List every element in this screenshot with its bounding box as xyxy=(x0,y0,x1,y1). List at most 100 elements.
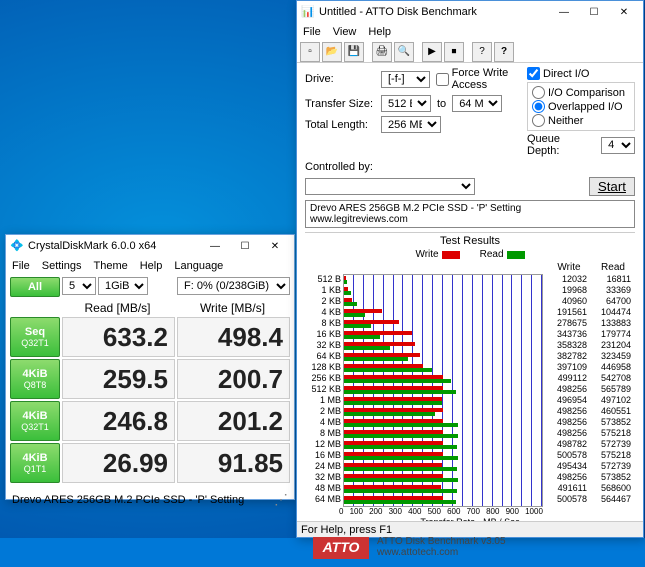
x-tick: 100 xyxy=(350,507,363,516)
read-value: 572739 xyxy=(591,461,631,472)
atto-menubar: File View Help xyxy=(297,23,643,41)
bar-row xyxy=(344,396,542,407)
atto-window: 📊 Untitled - ATTO Disk Benchmark — ☐ ✕ F… xyxy=(296,0,644,538)
queue-depth-select[interactable]: 4 xyxy=(601,137,635,154)
write-value: 500578 xyxy=(547,494,587,505)
help-icon[interactable]: ? xyxy=(472,42,492,62)
start-button[interactable]: Start xyxy=(589,177,635,196)
menu-help[interactable]: Help xyxy=(368,26,391,38)
url-text: www.attotech.com xyxy=(377,547,506,558)
menu-settings[interactable]: Settings xyxy=(42,260,82,272)
write-value: 343736 xyxy=(547,329,587,340)
chart: 512 B1 KB2 KB4 KB8 KB16 KB32 KB64 KB128 … xyxy=(305,274,635,507)
cdm-app-icon: 💠 xyxy=(10,239,24,253)
atto-logo: ATTO xyxy=(313,535,369,559)
write-value: 397109 xyxy=(547,362,587,373)
minimize-button[interactable]: — xyxy=(200,236,230,256)
cdm-titlebar[interactable]: 💠 CrystalDiskMark 6.0.0 x64 — ☐ ✕ xyxy=(6,235,294,257)
drive-select[interactable]: F: 0% (0/238GiB) xyxy=(177,277,290,295)
io-comparison-radio[interactable]: I/O Comparison xyxy=(532,86,630,99)
write-value: 499112 xyxy=(547,373,587,384)
read-col-header: Read xyxy=(591,262,635,274)
y-tick: 32 KB xyxy=(309,340,341,351)
print-icon[interactable]: 🖨 xyxy=(372,42,392,62)
write-value: 278675 xyxy=(547,318,587,329)
write-value: 498256 xyxy=(547,428,587,439)
resize-grip[interactable]: ⋰ xyxy=(274,491,288,508)
close-button[interactable]: ✕ xyxy=(609,2,639,22)
stop-icon[interactable]: ⏹ xyxy=(444,42,464,62)
x-tick: 1000 xyxy=(525,507,543,516)
menu-theme[interactable]: Theme xyxy=(93,260,127,272)
transfer-size-label: Transfer Size: xyxy=(305,98,375,110)
cdm-footer-text: Drevo ARES 256GB M.2 PCIe SSD - 'P' Sett… xyxy=(12,494,244,506)
atto-titlebar[interactable]: 📊 Untitled - ATTO Disk Benchmark — ☐ ✕ xyxy=(297,1,643,23)
bar-row xyxy=(344,462,542,473)
bar-row xyxy=(344,341,542,352)
minimize-button[interactable]: — xyxy=(549,2,579,22)
y-tick: 32 MB xyxy=(309,472,341,483)
maximize-button[interactable]: ☐ xyxy=(579,2,609,22)
size-select[interactable]: 1GiB xyxy=(98,277,148,295)
write-value: 201.2 xyxy=(177,401,290,441)
open-icon[interactable]: 📂 xyxy=(322,42,342,62)
test-button-Q32T1[interactable]: SeqQ32T1 xyxy=(10,317,60,357)
save-icon[interactable]: 💾 xyxy=(344,42,364,62)
description-box[interactable]: Drevo ARES 256GB M.2 PCIe SSD - 'P' Sett… xyxy=(305,200,635,228)
y-tick: 2 KB xyxy=(309,296,341,307)
menu-language[interactable]: Language xyxy=(174,260,223,272)
bar-row xyxy=(344,308,542,319)
write-value: 19968 xyxy=(547,285,587,296)
menu-view[interactable]: View xyxy=(333,26,357,38)
atto-toolbar: ▫ 📂 💾 🖨 🔍 ▶ ⏹ ? ? xyxy=(297,41,643,63)
write-value: 191561 xyxy=(547,307,587,318)
y-tick: 64 KB xyxy=(309,351,341,362)
about-icon[interactable]: ? xyxy=(494,42,514,62)
write-value: 496954 xyxy=(547,395,587,406)
write-col-header: Write xyxy=(547,262,591,274)
read-header: Read [MB/s] xyxy=(60,301,175,315)
runs-select[interactable]: 5 xyxy=(62,277,96,295)
preview-icon[interactable]: 🔍 xyxy=(394,42,414,62)
read-value: 573852 xyxy=(591,417,631,428)
write-value: 498256 xyxy=(547,472,587,483)
write-value: 12032 xyxy=(547,274,587,285)
read-value: 564467 xyxy=(591,494,631,505)
read-value: 633.2 xyxy=(62,317,175,357)
bar-row xyxy=(344,275,542,286)
write-value: 500578 xyxy=(547,450,587,461)
read-value: 179774 xyxy=(591,329,631,340)
force-write-checkbox[interactable]: Force Write Access xyxy=(436,67,523,91)
all-button[interactable]: All xyxy=(10,277,60,297)
maximize-button[interactable]: ☐ xyxy=(230,236,260,256)
test-button-Q1T1[interactable]: 4KiBQ1T1 xyxy=(10,443,60,483)
total-length-select[interactable]: 256 MB xyxy=(381,116,441,133)
drive-select[interactable]: [-f-] xyxy=(381,71,430,88)
new-icon[interactable]: ▫ xyxy=(300,42,320,62)
x-tick: 800 xyxy=(486,507,499,516)
xfer-from-select[interactable]: 512 B xyxy=(381,95,431,112)
read-value: 542708 xyxy=(591,373,631,384)
x-tick: 900 xyxy=(506,507,519,516)
xfer-to-select[interactable]: 64 MB xyxy=(452,95,502,112)
read-value: 246.8 xyxy=(62,401,175,441)
run-icon[interactable]: ▶ xyxy=(422,42,442,62)
bar-row xyxy=(344,440,542,451)
menu-file[interactable]: File xyxy=(12,260,30,272)
close-button[interactable]: ✕ xyxy=(260,236,290,256)
test-button-Q32T1[interactable]: 4KiBQ32T1 xyxy=(10,401,60,441)
menu-file[interactable]: File xyxy=(303,26,321,38)
test-button-Q8T8[interactable]: 4KiBQ8T8 xyxy=(10,359,60,399)
overlapped-io-radio[interactable]: Overlapped I/O xyxy=(532,100,630,113)
x-tick: 500 xyxy=(428,507,441,516)
read-value: 104474 xyxy=(591,307,631,318)
direct-io-checkbox[interactable]: Direct I/O xyxy=(527,67,635,80)
menu-help[interactable]: Help xyxy=(140,260,163,272)
bar-row xyxy=(344,330,542,341)
controlled-by-select[interactable] xyxy=(305,178,475,195)
y-tick: 4 MB xyxy=(309,417,341,428)
read-value: 33369 xyxy=(591,285,631,296)
y-tick: 256 KB xyxy=(309,373,341,384)
bar-row xyxy=(344,429,542,440)
neither-radio[interactable]: Neither xyxy=(532,114,630,127)
